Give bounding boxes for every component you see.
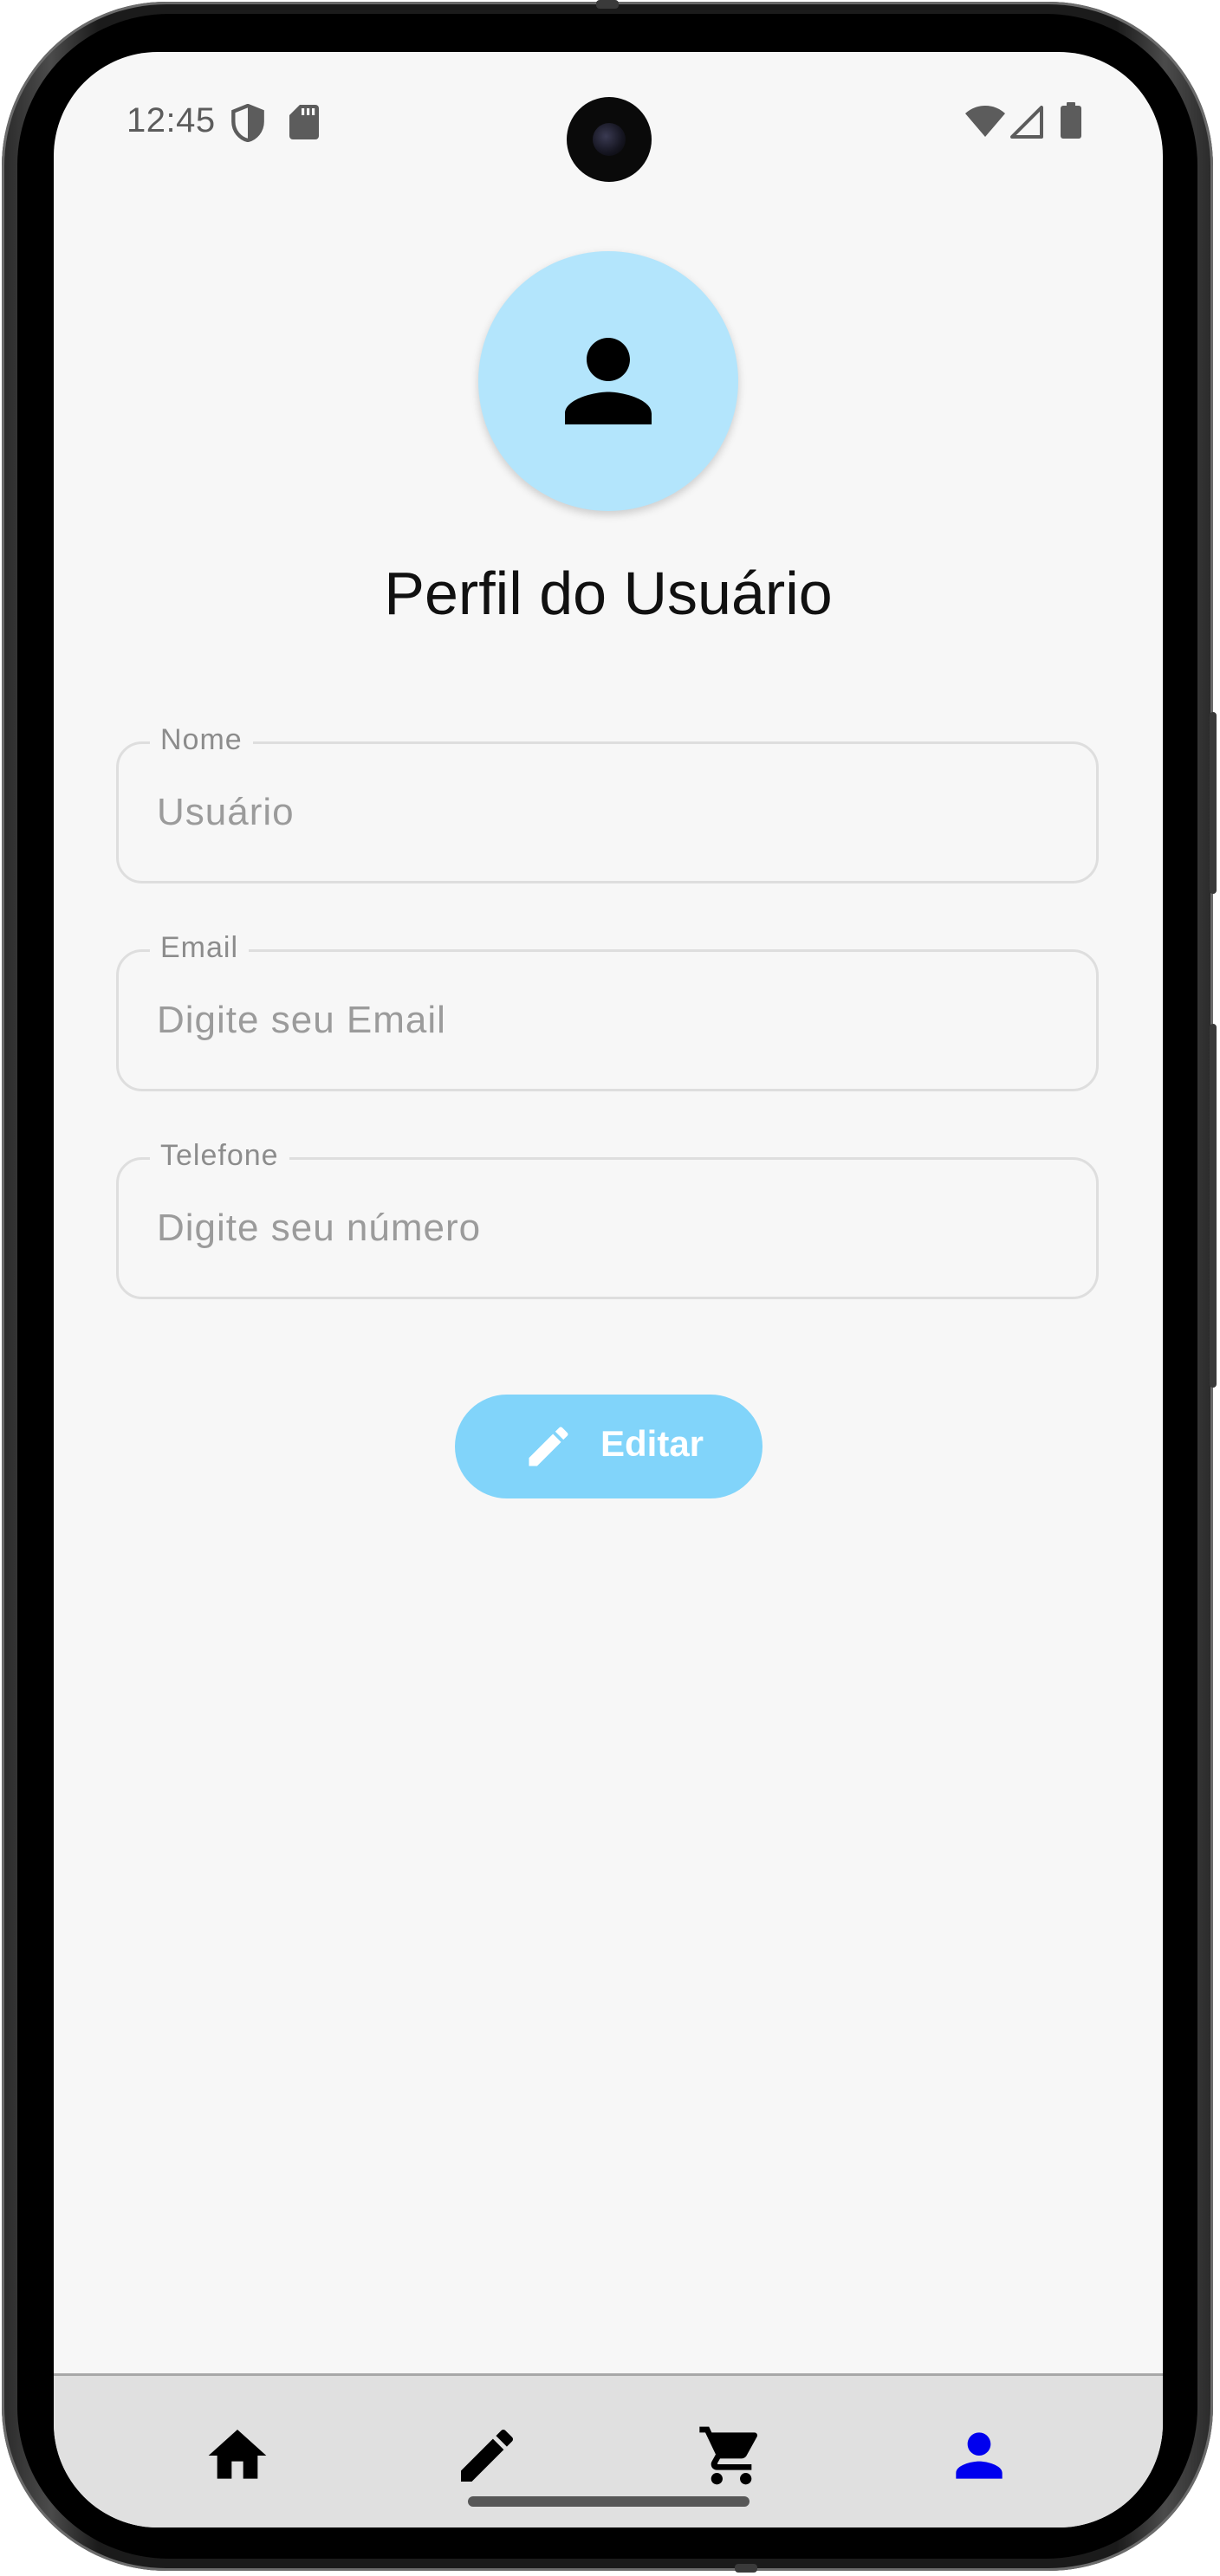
power-button [1210,712,1217,894]
frame-notch-top [596,0,619,9]
nav-item-home[interactable] [203,2421,272,2490]
frame-notch-bottom [735,2564,757,2573]
name-field-label: Nome [150,723,253,757]
home-indicator[interactable] [468,2496,750,2507]
edit-button-label: Editar [600,1423,704,1464]
status-bar: 12:45 [54,52,1163,191]
email-input[interactable] [157,992,1058,1049]
edit-button[interactable]: Editar [455,1395,762,1498]
nav-item-cart[interactable] [697,2421,766,2490]
phone-input[interactable] [157,1200,1058,1257]
pencil-icon [529,1427,568,1466]
status-time: 12:45 [127,101,216,139]
cellular-signal-icon [1010,106,1043,139]
phone-field: Telefone [116,1139,1099,1299]
name-field: Nome [116,723,1099,883]
sd-card-icon [289,105,319,139]
phone-field-label: Telefone [150,1139,289,1173]
shield-icon [231,104,264,142]
cart-icon [699,2426,758,2485]
page-title: Perfil do Usuário [384,560,833,627]
person-icon [956,2432,1003,2479]
volume-button [1210,1024,1217,1388]
phone-frame: 12:45 Perfil do Usuário Nome Usuário Ema… [2,0,1217,2573]
name-input[interactable] [157,784,1058,841]
nav-item-edit[interactable] [452,2421,522,2490]
front-camera [567,97,652,182]
battery-icon [1061,102,1081,139]
home-icon [208,2430,267,2479]
email-field-label: Email [150,931,250,965]
nav-item-profile[interactable] [944,2421,1014,2490]
pencil-icon [461,2429,514,2482]
avatar [478,251,738,511]
wifi-icon [965,106,1005,137]
person-icon [565,338,652,424]
email-field: Email [116,931,1099,1091]
screen: 12:45 Perfil do Usuário Nome Usuário Ema… [54,52,1163,2527]
